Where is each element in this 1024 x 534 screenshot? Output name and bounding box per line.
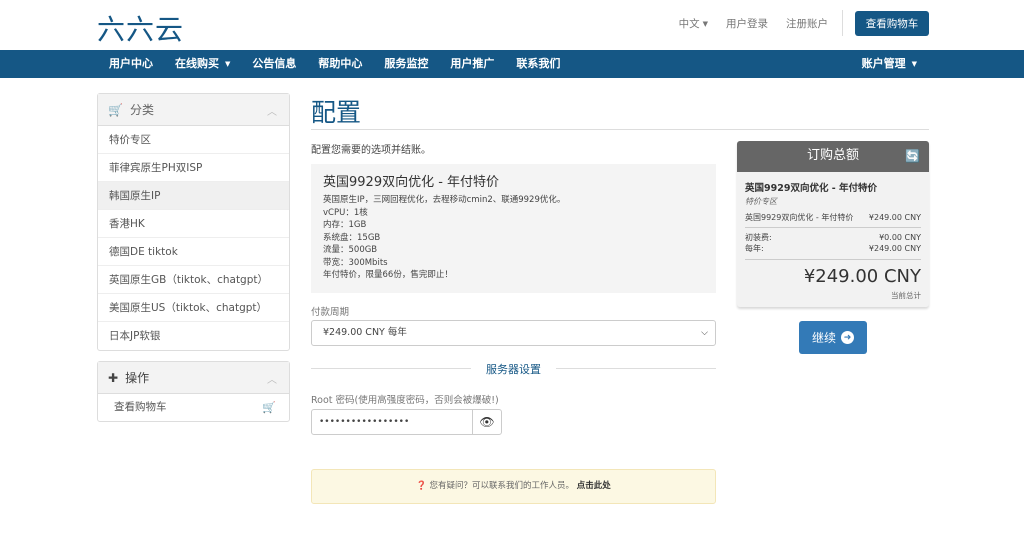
- help-text: 您有疑问？可以联系我们的工作人员。: [429, 481, 575, 491]
- summary-product-name: 英国9929双向优化 - 年付特价: [745, 183, 877, 194]
- sidebar-item-japan[interactable]: 日本JP软银: [98, 322, 289, 350]
- nav-label: 用户推广: [450, 57, 495, 70]
- summary-total-note: 当前总计: [891, 291, 921, 300]
- product-desc-line: 流量：500GB: [323, 245, 378, 255]
- summary-line-value: ¥249.00 CNY: [868, 213, 921, 222]
- order-summary-body: 英国9929双向优化 - 年付特价 特价专区 英国9929双向优化 - 年付特价…: [737, 172, 929, 301]
- nav-item-contact[interactable]: 联系我们: [505, 50, 571, 78]
- billing-cycle-select[interactable]: ¥249.00 CNY 每年 ⌵: [311, 320, 716, 346]
- product-info-box: 英国9929双向优化 - 年付特价 英国原生IP，三网回程优化，去程移动cmin…: [311, 164, 716, 293]
- annual-fee-label: 每年:: [745, 244, 764, 253]
- chevron-up-icon[interactable]: ︿: [267, 103, 277, 118]
- categories-title: 分类: [129, 103, 154, 117]
- question-circle-icon: ❓: [416, 481, 427, 491]
- annual-fee-value: ¥249.00 CNY: [868, 244, 921, 253]
- arrow-right-circle-icon: ➜: [841, 331, 854, 344]
- continue-label: 继续: [811, 331, 836, 345]
- actions-title: 操作: [125, 371, 150, 385]
- sidebar-item-uk[interactable]: 英国原生GB（tiktok、chatgpt）: [98, 266, 289, 294]
- summary-product-group: 特价专区: [745, 197, 777, 206]
- page-title: 配置: [311, 93, 929, 130]
- actions-panel: ✚ 操作 ︿ 查看购物车 🛒: [97, 361, 290, 422]
- nav-item-user-center[interactable]: 用户中心: [98, 50, 164, 78]
- order-summary-header: 订购总额 🔄: [737, 141, 929, 172]
- refresh-icon[interactable]: 🔄: [905, 141, 920, 171]
- caret-down-icon: ▼: [225, 60, 231, 68]
- nav-item-service-monitor[interactable]: 服务监控: [373, 50, 439, 78]
- nav-item-announcements[interactable]: 公告信息: [241, 50, 307, 78]
- caret-down-icon: ▼: [702, 20, 708, 28]
- product-desc-line: 内存：1GB: [323, 220, 367, 230]
- billing-cycle-label: 付款周期: [311, 307, 350, 318]
- sidebar-item-hongkong[interactable]: 香港HK: [98, 210, 289, 238]
- summary-line-item: 英国9929双向优化 - 年付特价 ¥249.00 CNY: [745, 212, 921, 228]
- server-settings-heading: 服务器设置: [311, 361, 716, 376]
- product-desc-line: 带宽：300Mbits: [323, 257, 388, 268]
- server-settings-title: 服务器设置: [486, 363, 541, 376]
- chevron-down-icon: ⌵: [701, 328, 708, 338]
- nav-label: 公告信息: [252, 57, 297, 70]
- eye-icon: 👁: [479, 415, 495, 429]
- nav-label: 用户中心: [109, 57, 153, 70]
- language-label: 中文: [678, 18, 700, 30]
- order-summary: 订购总额 🔄 英国9929双向优化 - 年付特价 特价专区 英国9929双向优化…: [737, 141, 929, 307]
- product-desc-line: 年付特价，限量66份，售完即止！: [323, 270, 453, 280]
- chevron-up-icon[interactable]: ︿: [267, 371, 277, 386]
- nav-label: 服务监控: [384, 57, 429, 70]
- sidebar-item-us[interactable]: 美国原生US（tiktok、chatgpt）: [98, 294, 289, 322]
- site-logo[interactable]: 六六云: [97, 8, 184, 48]
- sidebar-view-cart-link[interactable]: 查看购物车 🛒: [98, 394, 289, 421]
- root-password-input[interactable]: •••••••••••••••••: [311, 409, 474, 435]
- language-selector[interactable]: 中文 ▼: [679, 16, 708, 31]
- sidebar-item-germany[interactable]: 德国DE tiktok: [98, 238, 289, 266]
- product-desc-line: 系统盘：15GB: [323, 232, 381, 243]
- summary-setup-fee: 初装费: ¥0.00 CNY: [745, 232, 921, 243]
- sidebar: 🛒 分类 ︿ 特价专区 菲律宾原生PH双ISP 韩国原生IP 香港HK 德国DE…: [97, 93, 290, 422]
- top-links: 中文 ▼ 用户登录 注册账户: [679, 16, 828, 31]
- shopping-cart-icon: 🛒: [262, 401, 276, 414]
- top-header: 六六云 中文 ▼ 用户登录 注册账户 查看购物车: [0, 0, 1024, 50]
- login-link[interactable]: 用户登录: [726, 16, 768, 31]
- root-password-label: Root 密码(使用高强度密码，否则会被爆破!): [311, 395, 499, 406]
- main-navbar: 用户中心 在线购买 ▼ 公告信息 帮助中心 服务监控 用户推广 联系我们 账户管理…: [0, 50, 1024, 78]
- sidebar-item-philippines[interactable]: 菲律宾原生PH双ISP: [98, 154, 289, 182]
- nav-item-online-purchase[interactable]: 在线购买 ▼: [164, 50, 241, 78]
- actions-header[interactable]: ✚ 操作 ︿: [98, 362, 289, 394]
- header-divider: [842, 10, 843, 36]
- product-desc-line: vCPU：1核: [323, 207, 368, 218]
- show-password-button[interactable]: 👁: [472, 409, 502, 435]
- product-name: 英国9929双向优化 - 年付特价: [323, 175, 500, 190]
- register-link[interactable]: 注册账户: [786, 16, 828, 31]
- setup-fee-value: ¥0.00 CNY: [879, 233, 921, 242]
- summary-total: ¥249.00 CNY: [803, 266, 921, 287]
- billing-cycle-value: ¥249.00 CNY 每年: [323, 327, 407, 338]
- caret-down-icon: ▼: [911, 60, 917, 68]
- nav-label: 联系我们: [516, 57, 561, 70]
- plus-icon: ✚: [108, 370, 119, 385]
- sidebar-item-special-offers[interactable]: 特价专区: [98, 126, 289, 154]
- continue-button[interactable]: 继续 ➜: [799, 321, 867, 354]
- nav-item-account[interactable]: 账户管理 ▼: [851, 50, 928, 78]
- nav-label: 账户管理: [861, 57, 906, 70]
- sidebar-item-korea[interactable]: 韩国原生IP: [98, 182, 289, 210]
- nav-item-help-center[interactable]: 帮助中心: [307, 50, 373, 78]
- nav-label: 在线购买: [175, 57, 219, 70]
- view-cart-label: 查看购物车: [114, 401, 167, 413]
- view-cart-button[interactable]: 查看购物车: [855, 11, 929, 36]
- setup-fee-label: 初装费:: [745, 233, 772, 242]
- summary-annual-fee: 每年: ¥249.00 CNY: [745, 243, 921, 260]
- help-alert: ❓ 您有疑问？可以联系我们的工作人员。 点击此处: [311, 469, 716, 504]
- nav-left: 用户中心 在线购买 ▼ 公告信息 帮助中心 服务监控 用户推广 联系我们: [98, 50, 571, 78]
- summary-line-label: 英国9929双向优化 - 年付特价: [745, 213, 854, 222]
- heading-rule: [556, 368, 716, 369]
- nav-label: 帮助中心: [318, 57, 363, 70]
- shopping-cart-icon: 🛒: [108, 102, 123, 117]
- order-summary-title: 订购总额: [806, 148, 859, 163]
- nav-item-affiliate[interactable]: 用户推广: [439, 50, 505, 78]
- product-desc-line: 英国原生IP，三网回程优化，去程移动cmin2、联通9929优化。: [323, 195, 566, 205]
- categories-panel: 🛒 分类 ︿ 特价专区 菲律宾原生PH双ISP 韩国原生IP 香港HK 德国DE…: [97, 93, 290, 351]
- categories-header[interactable]: 🛒 分类 ︿: [98, 94, 289, 126]
- nav-right: 账户管理 ▼: [851, 50, 928, 78]
- help-link[interactable]: 点击此处: [577, 481, 611, 491]
